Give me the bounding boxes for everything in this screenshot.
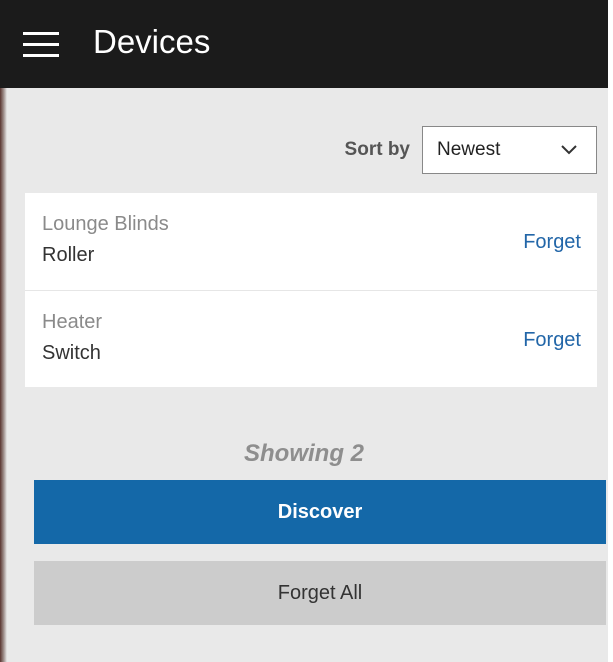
- device-name: Lounge Blinds: [42, 213, 169, 235]
- device-row: Heater Switch Forget: [25, 291, 597, 387]
- forget-all-button[interactable]: Forget All: [34, 561, 606, 625]
- app-frame: Devices Sort by Newest Lounge Blinds Rol…: [0, 0, 613, 662]
- discover-button[interactable]: Discover: [34, 480, 606, 544]
- window-edge: [0, 88, 7, 662]
- hamburger-menu-icon[interactable]: [23, 30, 59, 58]
- hamburger-line: [23, 32, 59, 35]
- device-name: Heater: [42, 311, 103, 333]
- sort-dropdown[interactable]: Newest: [422, 126, 597, 174]
- device-type: Roller: [42, 244, 95, 266]
- device-row: Lounge Blinds Roller Forget: [25, 193, 597, 291]
- page-title: Devices: [93, 23, 211, 60]
- device-type: Switch: [42, 342, 101, 364]
- sort-label: Sort by: [344, 139, 410, 160]
- sort-selected-value: Newest: [437, 139, 501, 160]
- forget-device-link[interactable]: Forget: [523, 329, 581, 352]
- chevron-down-icon: [561, 145, 577, 155]
- window-edge-right: [608, 0, 613, 662]
- hamburger-line: [23, 43, 59, 46]
- device-list: Lounge Blinds Roller Forget Heater Switc…: [25, 193, 597, 387]
- forget-device-link[interactable]: Forget: [523, 231, 581, 254]
- sort-control: Sort by Newest: [345, 126, 597, 174]
- hamburger-line: [23, 54, 59, 57]
- showing-count: Showing 2: [244, 440, 364, 467]
- app-header: Devices: [0, 0, 608, 88]
